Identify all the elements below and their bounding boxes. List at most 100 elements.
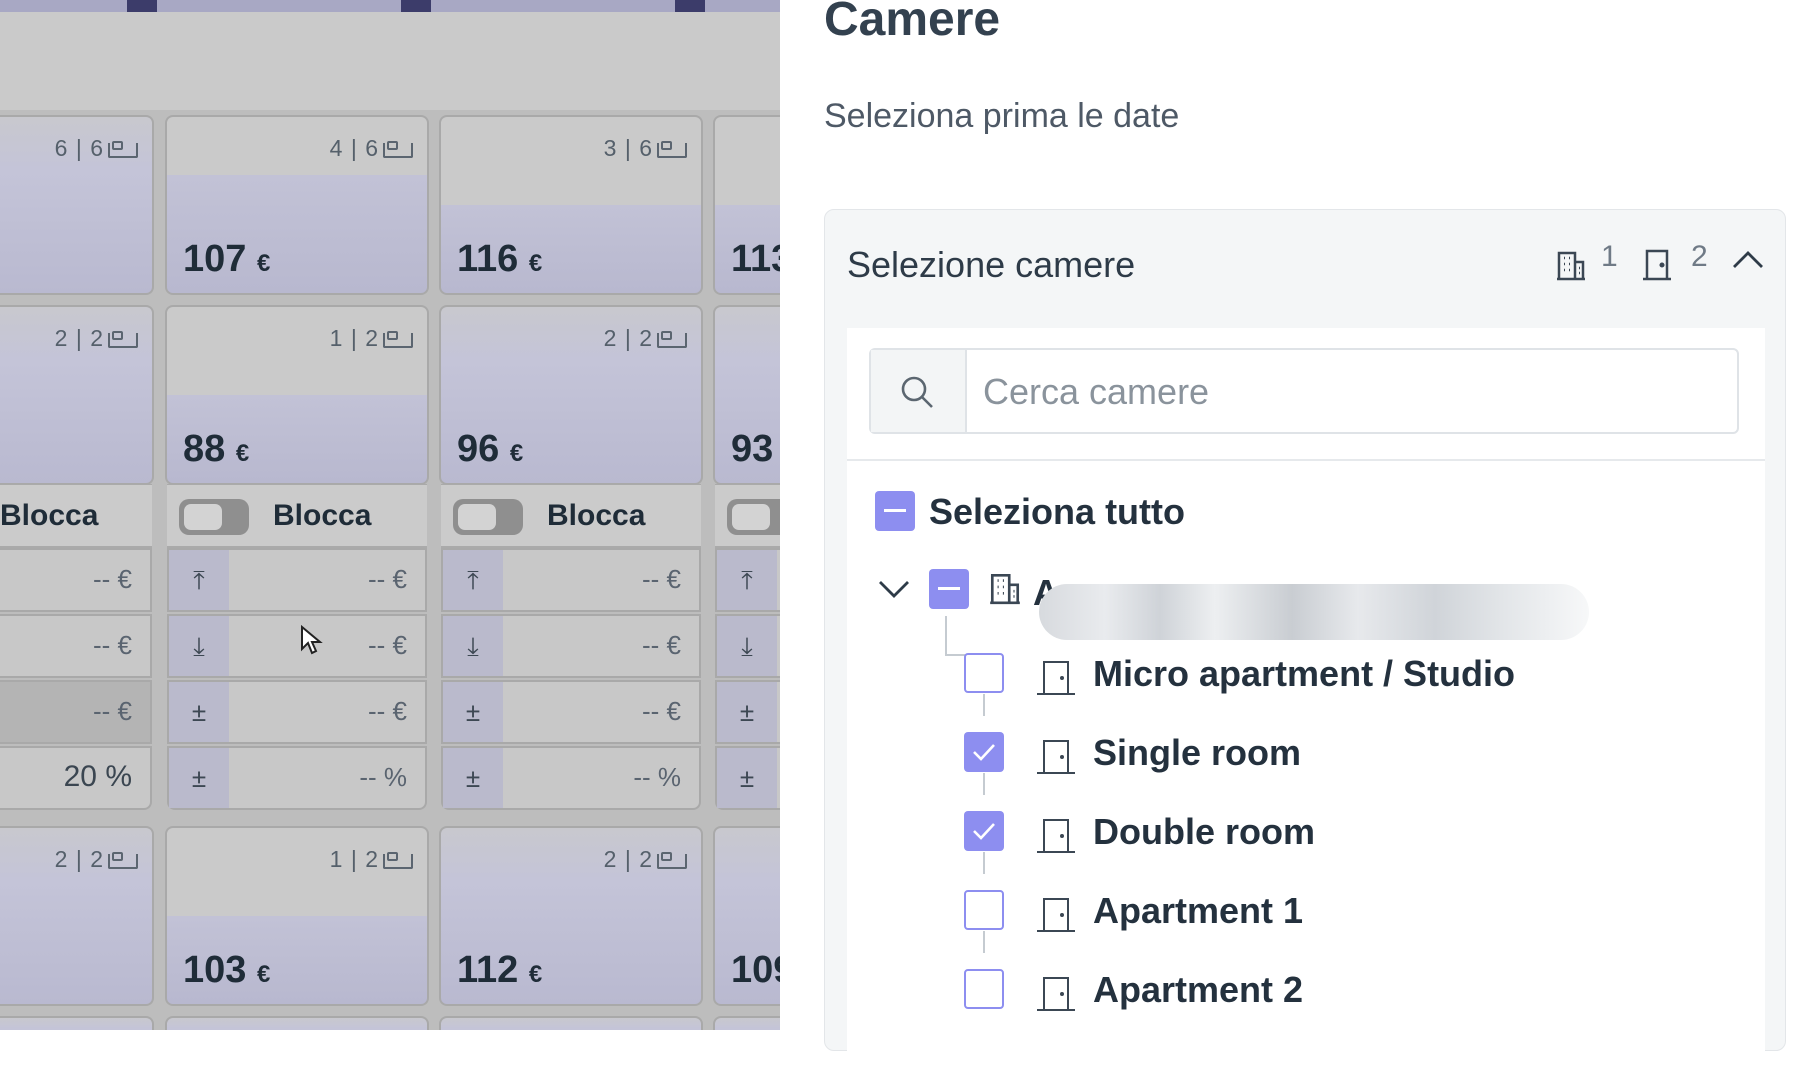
door-icon xyxy=(1037,977,1075,1011)
room-selection-card: Selezione camere 1 2 Cerca camere Selezi… xyxy=(824,209,1786,1068)
arrow-up-bar-icon: ⤒ xyxy=(717,550,777,610)
rate-cell[interactable]: 2 | 2 xyxy=(0,826,154,1006)
block-toggle[interactable] xyxy=(179,499,249,535)
rate-cell[interactable]: 1 | 2 88 € xyxy=(165,305,429,485)
plus-minus-icon: ± xyxy=(717,748,777,808)
max-price-field[interactable]: ⤓ -- € xyxy=(167,614,427,678)
check-icon xyxy=(973,744,995,761)
min-price-field[interactable]: ⤒ -- € xyxy=(441,548,701,612)
adjust-price-field[interactable]: ± -- € xyxy=(167,680,427,744)
block-row xyxy=(715,484,780,548)
room-checkbox[interactable] xyxy=(964,890,1004,930)
divider xyxy=(847,459,1765,461)
room-checkbox[interactable] xyxy=(964,653,1004,693)
rate-cell[interactable]: 113 xyxy=(713,115,780,295)
rate-cell[interactable] xyxy=(439,1016,703,1030)
mouse-cursor-icon xyxy=(301,625,323,655)
card-title[interactable]: Selezione camere xyxy=(847,244,1135,286)
adjust-percent-field[interactable]: ± -- % xyxy=(167,746,427,810)
adjust-percent-field[interactable]: 20 % xyxy=(0,746,152,810)
block-toggle[interactable] xyxy=(727,499,780,535)
panel-subtitle: Seleziona prima le date xyxy=(824,97,1180,135)
adjust-price-field[interactable]: -- € xyxy=(0,680,152,744)
chevron-down-icon[interactable] xyxy=(877,578,911,600)
arrow-up-bar-icon: ⤒ xyxy=(443,550,503,610)
door-icon xyxy=(1037,819,1075,853)
select-all-label[interactable]: Seleziona tutto xyxy=(929,491,1185,533)
room-label[interactable]: Apartment 1 xyxy=(1093,890,1303,932)
calendar-grid: 6 | 6 4 | 6 107 € 3 | 6 116 € 113 2 | 2 … xyxy=(0,0,780,1030)
capacity-label: 2 | 2 xyxy=(55,325,138,352)
max-price-field[interactable]: -- € xyxy=(0,614,152,678)
bed-icon xyxy=(383,852,413,869)
tree-line xyxy=(945,616,947,656)
rate-cell[interactable] xyxy=(165,1016,429,1030)
room-label[interactable]: Single room xyxy=(1093,732,1301,774)
room-label[interactable]: Micro apartment / Studio xyxy=(1093,653,1515,695)
adjust-price-field[interactable]: ± -- € xyxy=(441,680,701,744)
max-price-field[interactable]: ⤓ xyxy=(715,614,780,678)
rate-cell[interactable]: 2 | 2 96 € xyxy=(439,305,703,485)
rate-cell[interactable] xyxy=(0,1016,154,1030)
room-checkbox[interactable] xyxy=(964,969,1004,1009)
tree-line xyxy=(945,654,965,656)
building-icon xyxy=(990,573,1020,605)
max-price-field[interactable]: ⤓ -- € xyxy=(441,614,701,678)
price-label: 109 xyxy=(731,949,780,991)
min-price-field[interactable]: ⤒ xyxy=(715,548,780,612)
price-label: 107 € xyxy=(183,238,271,280)
date-marker xyxy=(675,0,705,12)
min-price-field[interactable]: -- € xyxy=(0,548,152,612)
room-label[interactable]: Apartment 2 xyxy=(1093,969,1303,1011)
room-checkbox[interactable] xyxy=(964,732,1004,772)
adjust-price-field[interactable]: ± xyxy=(715,680,780,744)
price-label: 112 € xyxy=(457,949,543,991)
rate-cell[interactable]: 2 | 2 xyxy=(0,305,154,485)
arrow-down-bar-icon: ⤓ xyxy=(717,616,777,676)
rate-cell[interactable]: 4 | 6 107 € xyxy=(165,115,429,295)
plus-minus-icon: ± xyxy=(169,682,229,742)
room-label[interactable]: Double room xyxy=(1093,811,1315,853)
rate-cell[interactable]: 1 | 2 103 € xyxy=(165,826,429,1006)
price-label: 88 € xyxy=(183,428,250,470)
bed-icon xyxy=(383,141,413,158)
header-band xyxy=(0,12,780,110)
chevron-up-icon[interactable] xyxy=(1731,248,1765,272)
block-label: Blocca xyxy=(0,499,99,532)
capacity-label: 4 | 6 xyxy=(330,135,413,162)
plus-minus-icon: ± xyxy=(717,682,777,742)
adjust-percent-field[interactable]: ± -- % xyxy=(441,746,701,810)
capacity-label: 2 | 2 xyxy=(55,846,138,873)
block-label: Blocca xyxy=(547,499,646,532)
min-price-field[interactable]: ⤒ -- € xyxy=(167,548,427,612)
search-button[interactable] xyxy=(871,350,967,432)
capacity-label: 2 | 2 xyxy=(604,325,687,352)
property-checkbox[interactable] xyxy=(929,569,969,609)
tree-line xyxy=(983,694,985,716)
select-all-checkbox[interactable] xyxy=(875,491,915,531)
block-row: Blocca xyxy=(0,484,152,548)
tree-line xyxy=(983,852,985,874)
block-toggle[interactable] xyxy=(453,499,523,535)
bed-icon xyxy=(108,331,138,348)
capacity-label: 1 | 2 xyxy=(330,846,413,873)
rate-cell[interactable]: 109 xyxy=(713,826,780,1006)
door-icon xyxy=(1037,661,1075,695)
capacity-label: 1 | 2 xyxy=(330,325,413,352)
rate-cell[interactable] xyxy=(713,1016,780,1030)
rate-cell[interactable]: 2 | 2 112 € xyxy=(439,826,703,1006)
search-input[interactable] xyxy=(981,368,1685,416)
capacity-label: 3 | 6 xyxy=(604,135,687,162)
rate-cell[interactable]: 6 | 6 xyxy=(0,115,154,295)
price-label: 93 xyxy=(731,428,774,470)
room-checkbox[interactable] xyxy=(964,811,1004,851)
search-box xyxy=(869,348,1739,434)
search-icon xyxy=(901,376,933,408)
rate-cell[interactable]: 3 | 6 116 € xyxy=(439,115,703,295)
plus-minus-icon: ± xyxy=(443,682,503,742)
bed-icon xyxy=(383,331,413,348)
room-tree-container: Seleziona tutto A xyxy=(847,328,1765,1068)
price-label: 116 € xyxy=(457,238,543,280)
rate-cell[interactable]: 93 xyxy=(713,305,780,485)
adjust-percent-field[interactable]: ± xyxy=(715,746,780,810)
